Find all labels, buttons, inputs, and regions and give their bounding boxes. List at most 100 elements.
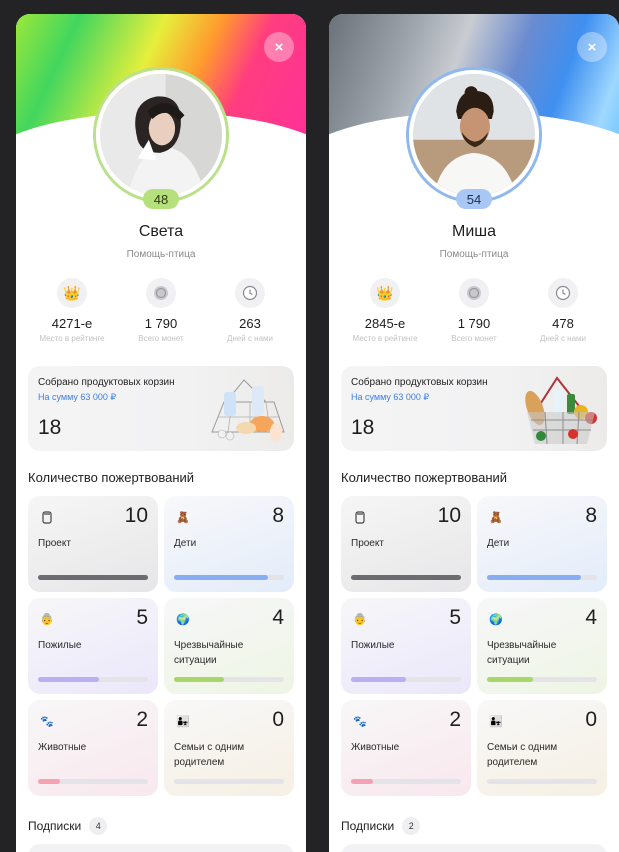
elderly-icon: 👵 (353, 613, 367, 626)
progress-fill (174, 575, 268, 580)
progress-fill (351, 677, 406, 682)
globe-icon: 🌍 (489, 613, 503, 626)
tile-label: Проект (351, 538, 384, 549)
tile-count: 2 (449, 708, 461, 731)
progress-track (487, 779, 597, 784)
progress-fill (351, 575, 461, 580)
donation-tile-children[interactable]: 🧸 8 Дети (477, 496, 607, 592)
baskets-count: 18 (351, 416, 375, 439)
avatar-photo (100, 74, 222, 196)
tile-count: 10 (124, 504, 148, 527)
paw-icon: 🐾 (40, 715, 54, 728)
subscriptions-count: 4 (89, 817, 108, 835)
donations-title: Количество пожертвований (341, 470, 508, 485)
coin-icon (459, 278, 489, 308)
donation-tile-emergency[interactable]: 🌍 4 Чрезвычайные ситуации (164, 598, 294, 694)
progress-track (351, 677, 461, 682)
stat-days: 478 Дней с нами (519, 278, 607, 343)
donation-tile-children[interactable]: 🧸 8 Дети (164, 496, 294, 592)
stat-label: Место в рейтинге (39, 334, 105, 343)
progress-track (174, 677, 284, 682)
donation-tile-elderly[interactable]: 👵 5 Пожилые (341, 598, 471, 694)
subscriptions-header[interactable]: Подписки 4 (28, 817, 108, 835)
baskets-sum: На сумму 63 000 ₽ (351, 392, 430, 402)
donation-tile-project[interactable]: 10 Проект (341, 496, 471, 592)
close-button[interactable]: × (577, 32, 607, 62)
stat-value: 1 790 (457, 316, 491, 331)
donation-tile-elderly[interactable]: 👵 5 Пожилые (28, 598, 158, 694)
crown-icon: 👑 (370, 278, 400, 308)
baskets-title: Собрано продуктовых корзин (351, 377, 488, 388)
project-icon (351, 508, 369, 526)
donation-tile-project[interactable]: 10 Проект (28, 496, 158, 592)
close-button[interactable]: × (264, 32, 294, 62)
tile-label: Чрезвычайные ситуации (487, 640, 557, 666)
elderly-icon: 👵 (40, 613, 54, 626)
tile-count: 5 (449, 606, 461, 629)
avatar-photo (413, 74, 535, 196)
progress-fill (351, 779, 373, 784)
tile-count: 2 (136, 708, 148, 731)
level-badge: 48 (143, 189, 179, 209)
tile-count: 8 (585, 504, 597, 527)
subscriptions-count: 2 (402, 817, 421, 835)
coin-icon (146, 278, 176, 308)
children-icon: 🧸 (176, 511, 190, 524)
progress-fill (38, 779, 60, 784)
tile-label: Животные (351, 742, 400, 753)
stat-days: 263 Дней с нами (206, 278, 294, 343)
donation-tile-emergency[interactable]: 🌍 4 Чрезвычайные ситуации (477, 598, 607, 694)
tile-count: 8 (272, 504, 284, 527)
donations-grid: 10 Проект 🧸 8 Дети 👵 5 Пожилые 🌍 4 Чрезв… (28, 496, 294, 796)
stat-label: Всего монет (138, 334, 184, 343)
family-icon: 👨‍👧 (489, 715, 503, 728)
tile-label: Проект (38, 538, 71, 549)
subscription-card[interactable] (341, 844, 607, 852)
tile-count: 0 (272, 708, 284, 731)
level-badge: 54 (456, 189, 492, 209)
subscription-card[interactable] (28, 844, 294, 852)
profile-card-misha: × 54 Миша Помощь-птица 👑 2845-е Место в … (329, 14, 619, 852)
tile-count: 10 (437, 504, 461, 527)
baskets-sum: На сумму 63 000 ₽ (38, 392, 117, 402)
progress-fill (38, 677, 99, 682)
progress-track (174, 779, 284, 784)
children-icon: 🧸 (489, 511, 503, 524)
donation-tile-animals[interactable]: 🐾 2 Животные (341, 700, 471, 796)
tile-label: Дети (487, 538, 510, 549)
crown-icon: 👑 (57, 278, 87, 308)
stat-label: Всего монет (451, 334, 497, 343)
tile-label: Пожилые (351, 640, 395, 651)
tile-label: Семьи с одним родителем (487, 742, 558, 768)
progress-track (38, 779, 148, 784)
stat-label: Дней с нами (539, 334, 587, 343)
grocery-basket-icon (525, 376, 597, 445)
stat-rating: 👑 2845-е Место в рейтинге (341, 278, 429, 343)
stat-value: 478 (552, 316, 574, 331)
donations-grid: 10 Проект 🧸 8 Дети 👵 5 Пожилые 🌍 4 Чрезв… (341, 496, 607, 796)
baskets-card[interactable]: Собрано продуктовых корзин На сумму 63 0… (28, 366, 294, 451)
donation-tile-single-parent[interactable]: 👨‍👧 0 Семьи с одним родителем (477, 700, 607, 796)
stat-value: 263 (239, 316, 261, 331)
baskets-count: 18 (38, 416, 62, 439)
progress-fill (38, 575, 148, 580)
tile-count: 4 (585, 606, 597, 629)
donation-tile-animals[interactable]: 🐾 2 Животные (28, 700, 158, 796)
donations-title: Количество пожертвований (28, 470, 195, 485)
progress-track (487, 575, 597, 580)
paw-icon: 🐾 (353, 715, 367, 728)
subscriptions-label: Подписки (341, 819, 395, 833)
progress-track (351, 779, 461, 784)
stats-row: 👑 2845-е Место в рейтинге 1 790 Всего мо… (341, 278, 607, 343)
progress-track (174, 575, 284, 580)
subscriptions-header[interactable]: Подписки 2 (341, 817, 421, 835)
baskets-card[interactable]: Собрано продуктовых корзин На сумму 63 0… (341, 366, 607, 451)
tile-label: Животные (38, 742, 87, 753)
progress-fill (174, 677, 224, 682)
donation-tile-single-parent[interactable]: 👨‍👧 0 Семьи с одним родителем (164, 700, 294, 796)
progress-track (487, 677, 597, 682)
basket-sketch-icon (211, 379, 285, 441)
tile-label: Чрезвычайные ситуации (174, 640, 244, 666)
profile-name: Миша (452, 223, 496, 240)
avatar (96, 70, 226, 200)
